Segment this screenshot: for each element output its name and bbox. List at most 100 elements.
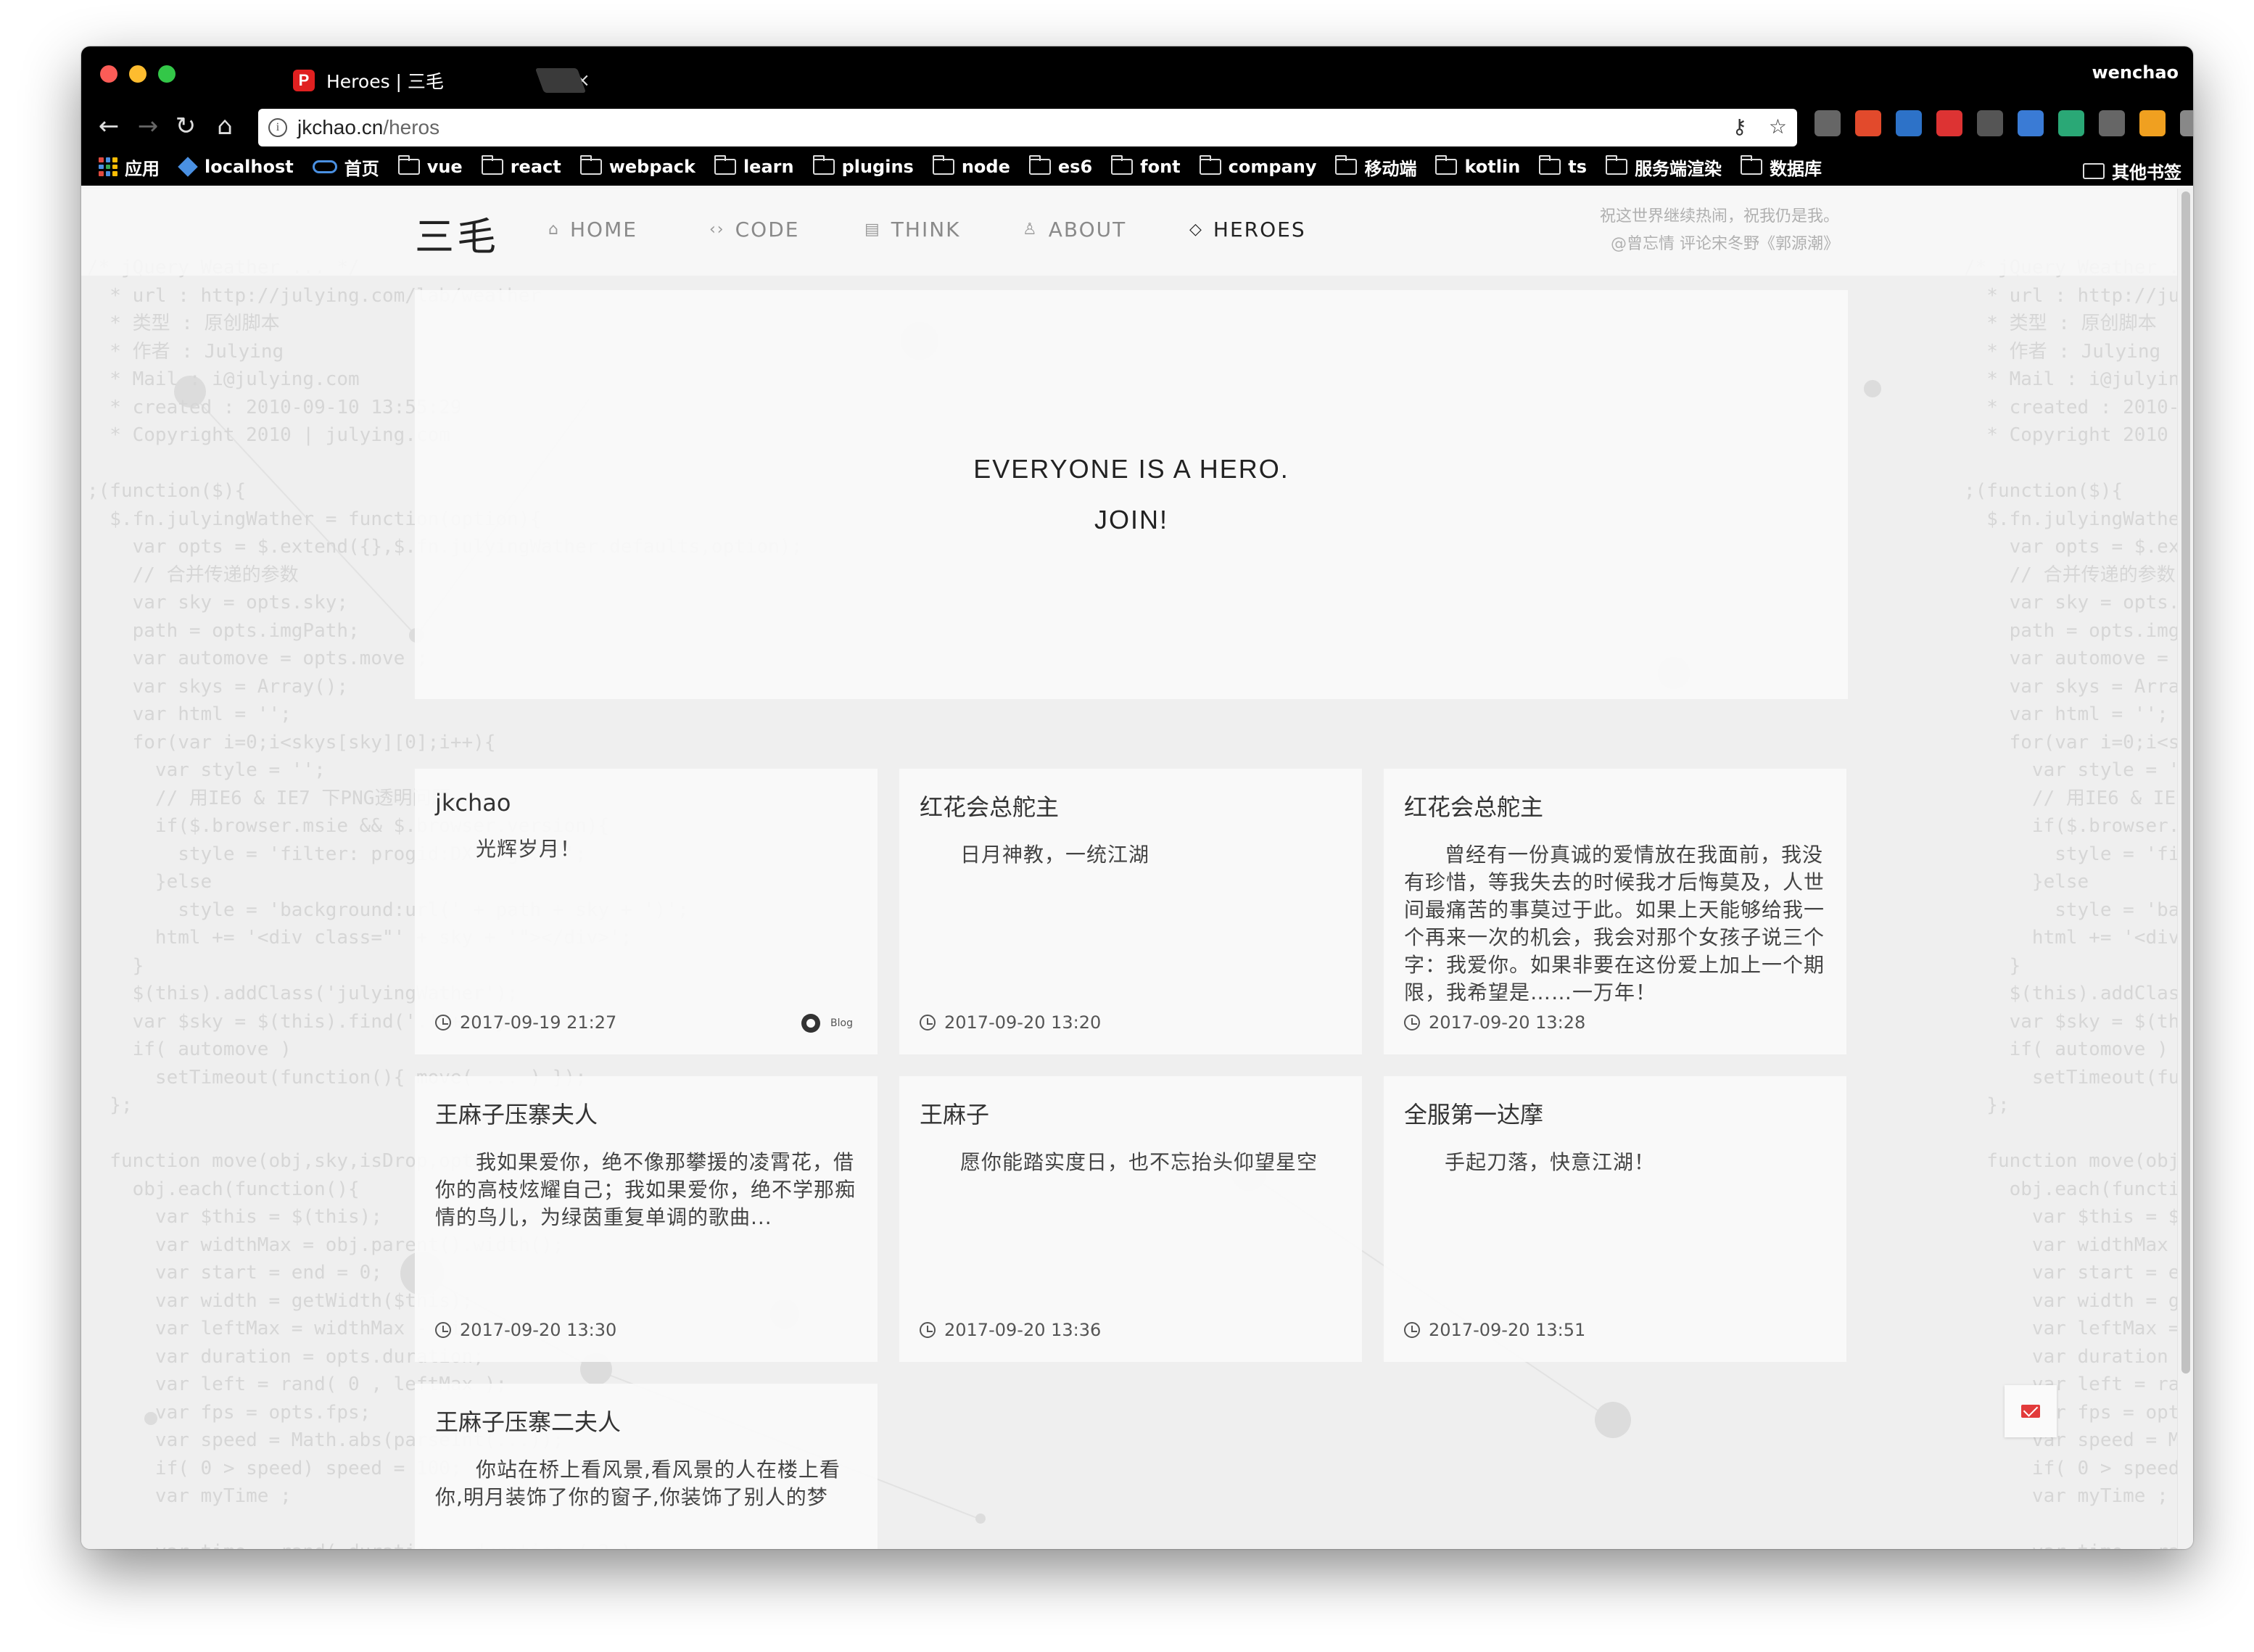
red-square-icon[interactable] xyxy=(1855,110,1881,136)
mail-icon xyxy=(2021,1405,2040,1418)
card-timestamp: 2017-09-20 13:20 xyxy=(920,1012,1101,1033)
new-tab-button[interactable] xyxy=(534,68,587,93)
pen-icon[interactable] xyxy=(1977,110,2003,136)
close-window-button[interactable] xyxy=(100,65,117,83)
other-bookmarks[interactable]: 其他书签 xyxy=(2083,158,2181,183)
bookmark-item[interactable]: 首页 xyxy=(312,154,379,180)
bookmark-label: webpack xyxy=(608,157,695,177)
bookmark-item[interactable]: font xyxy=(1111,155,1181,177)
bookmark-item[interactable]: localhost xyxy=(178,157,294,177)
count-badge-icon[interactable] xyxy=(1936,110,1962,136)
minimize-window-button[interactable] xyxy=(129,65,146,83)
book-icon: ▤ xyxy=(864,220,881,239)
bookmark-item[interactable]: es6 xyxy=(1028,155,1092,177)
hero-card[interactable]: 王麻子压寨二夫人 你站在桥上看风景,看风景的人在楼上看你,明月装饰了你的窗子,你装… xyxy=(415,1384,878,1549)
nav-heroes[interactable]: ◇ HEROES xyxy=(1189,218,1306,241)
bookmark-star-icon[interactable]: ☆ xyxy=(1769,115,1787,139)
bookmark-label: font xyxy=(1140,157,1181,177)
quote-line-1: 祝这世界继续热闹，祝我仍是我。 xyxy=(1599,207,1839,226)
card-message: 你站在桥上看风景,看风景的人在楼上看你,明月装饰了你的窗子,你装饰了别人的梦 xyxy=(435,1458,841,1509)
hero-line-2[interactable]: JOIN! xyxy=(1094,495,1168,545)
key-icon[interactable]: ⚷ xyxy=(1732,115,1747,139)
folder-icon xyxy=(932,155,954,175)
card-name: 红花会总舵主 xyxy=(920,793,1060,821)
github-icon[interactable] xyxy=(801,1014,821,1033)
card-name: 全服第一达摩 xyxy=(1404,1101,1544,1128)
bookmark-label: company xyxy=(1228,157,1317,177)
home-icon: ⌂ xyxy=(548,220,560,239)
back-arrow-icon[interactable]: ← xyxy=(91,109,126,144)
bookmark-item[interactable]: react xyxy=(481,155,561,177)
site-logo[interactable]: 三毛 xyxy=(415,205,499,262)
user-icon: ♙ xyxy=(1023,220,1039,239)
bookmark-item[interactable]: 服务端渲染 xyxy=(1606,154,1722,180)
puzzle-icon[interactable] xyxy=(2139,110,2166,136)
hero-line-1: EVERYONE IS A HERO. xyxy=(973,454,1289,484)
card-timestamp: 2017-09-20 13:51 xyxy=(1404,1320,1585,1340)
hero-card[interactable]: 红花会总舵主日月神教，一统江湖 2017-09-20 13:20 xyxy=(899,769,1362,1054)
hero-card[interactable]: 王麻子愿你能踏实度日，也不忘抬头仰望星空 2017-09-20 13:36 xyxy=(899,1076,1362,1362)
code-icon: ‹› xyxy=(709,220,725,239)
tab-favicon-icon: P xyxy=(293,70,315,91)
home-icon[interactable]: ⌂ xyxy=(207,109,242,144)
column-icon[interactable] xyxy=(2099,110,2125,136)
bookmark-item[interactable]: vue xyxy=(397,155,463,177)
card-message: 日月神教，一统江湖 xyxy=(960,843,1150,867)
folder-icon xyxy=(812,155,835,175)
hero-card[interactable]: 全服第一达摩 手起刀落，快意江湖！ 2017-09-20 13:51 xyxy=(1384,1076,1846,1362)
bookmark-item[interactable]: 数据库 xyxy=(1741,154,1822,180)
bookmark-label: react xyxy=(510,157,561,177)
address-bar[interactable]: i jkchao.cn/heros ⚷ ☆ xyxy=(258,109,1797,146)
folder-icon xyxy=(1741,155,1763,175)
bookmark-label: 数据库 xyxy=(1770,158,1822,179)
profile-name[interactable]: wenchao xyxy=(2092,62,2179,83)
card-name: 王麻子 xyxy=(920,1101,990,1128)
bookmark-item[interactable]: webpack xyxy=(579,155,695,177)
card-message: 愿你能踏实度日，也不忘抬头仰望星空 xyxy=(960,1150,1318,1174)
folder-icon xyxy=(1028,155,1051,175)
bookmark-item[interactable]: learn xyxy=(714,155,794,177)
quote-line-2: @曾忘情 评论宋冬野《郭源潮》 xyxy=(1611,235,1839,253)
scrollbar-thumb[interactable] xyxy=(2181,191,2190,1374)
site-info-icon[interactable]: i xyxy=(268,118,287,137)
bookmark-item[interactable]: company xyxy=(1199,155,1317,177)
bookmark-item[interactable]: kotlin xyxy=(1435,155,1520,177)
card-timestamp: 2017-09-20 13:30 xyxy=(435,1320,616,1340)
mail-button[interactable] xyxy=(2005,1385,2057,1437)
nav-about[interactable]: ♙ ABOUT xyxy=(1023,218,1126,241)
pages-icon[interactable] xyxy=(2180,110,2193,136)
translate-icon[interactable] xyxy=(2018,110,2044,136)
background-particle xyxy=(1864,380,1881,397)
bookmark-item[interactable]: node xyxy=(932,155,1010,177)
bookmark-item[interactable]: 移动端 xyxy=(1335,154,1416,180)
nav-home[interactable]: ⌂ HOME xyxy=(548,218,637,241)
card-time: 2017-09-20 13:28 xyxy=(1429,1012,1586,1033)
diamond-icon: ◇ xyxy=(1189,220,1203,239)
forward-arrow-icon[interactable]: → xyxy=(131,109,165,144)
nav-think[interactable]: ▤ THINK xyxy=(864,218,961,241)
card-timestamp: 2017-09-20 13:36 xyxy=(920,1320,1101,1340)
background-code-right: /* jQuery Weather ... */ * url : http://… xyxy=(1964,257,2177,1549)
clock-icon xyxy=(1404,1015,1420,1031)
hero-card[interactable]: 红花会总舵主 曾经有一份真诚的爱情放在我面前，我没有珍惜，等我失去的时候我才后悔莫… xyxy=(1384,769,1846,1054)
bookmark-item[interactable]: 应用 xyxy=(99,154,160,180)
vue-devtools-icon[interactable] xyxy=(2058,110,2084,136)
bookmark-item[interactable]: plugins xyxy=(812,155,914,177)
new-badge-icon[interactable] xyxy=(1896,110,1922,136)
bookmark-item[interactable]: ts xyxy=(1539,155,1587,177)
hero-card[interactable]: 王麻子压寨夫人 我如果爱你，绝不像那攀援的凌霄花，借你的高枝炫耀自己；我如果爱你，… xyxy=(415,1076,878,1362)
card-time: 2017-09-19 21:27 xyxy=(460,1012,617,1033)
apps-grid-icon xyxy=(99,157,117,176)
card-blog-link[interactable]: Blog xyxy=(801,1014,853,1033)
page-viewport: /* jQuery Weather ... */ * url : http://… xyxy=(81,189,2177,1549)
bookmark-label: localhost xyxy=(205,157,294,177)
tag-icon[interactable] xyxy=(1815,110,1841,136)
folder-icon xyxy=(1111,155,1134,175)
nav-code[interactable]: ‹› CODE xyxy=(709,218,799,241)
reload-icon[interactable]: ↻ xyxy=(168,109,203,144)
zoom-window-button[interactable] xyxy=(158,65,176,83)
nav-label: HOME xyxy=(569,218,637,241)
page-scrollbar[interactable] xyxy=(2177,189,2193,1549)
url-text[interactable]: jkchao.cn/heros xyxy=(297,116,439,139)
hero-card[interactable]: jkchao 光辉岁月！ 2017-09-19 21:27 Blog xyxy=(415,769,878,1054)
